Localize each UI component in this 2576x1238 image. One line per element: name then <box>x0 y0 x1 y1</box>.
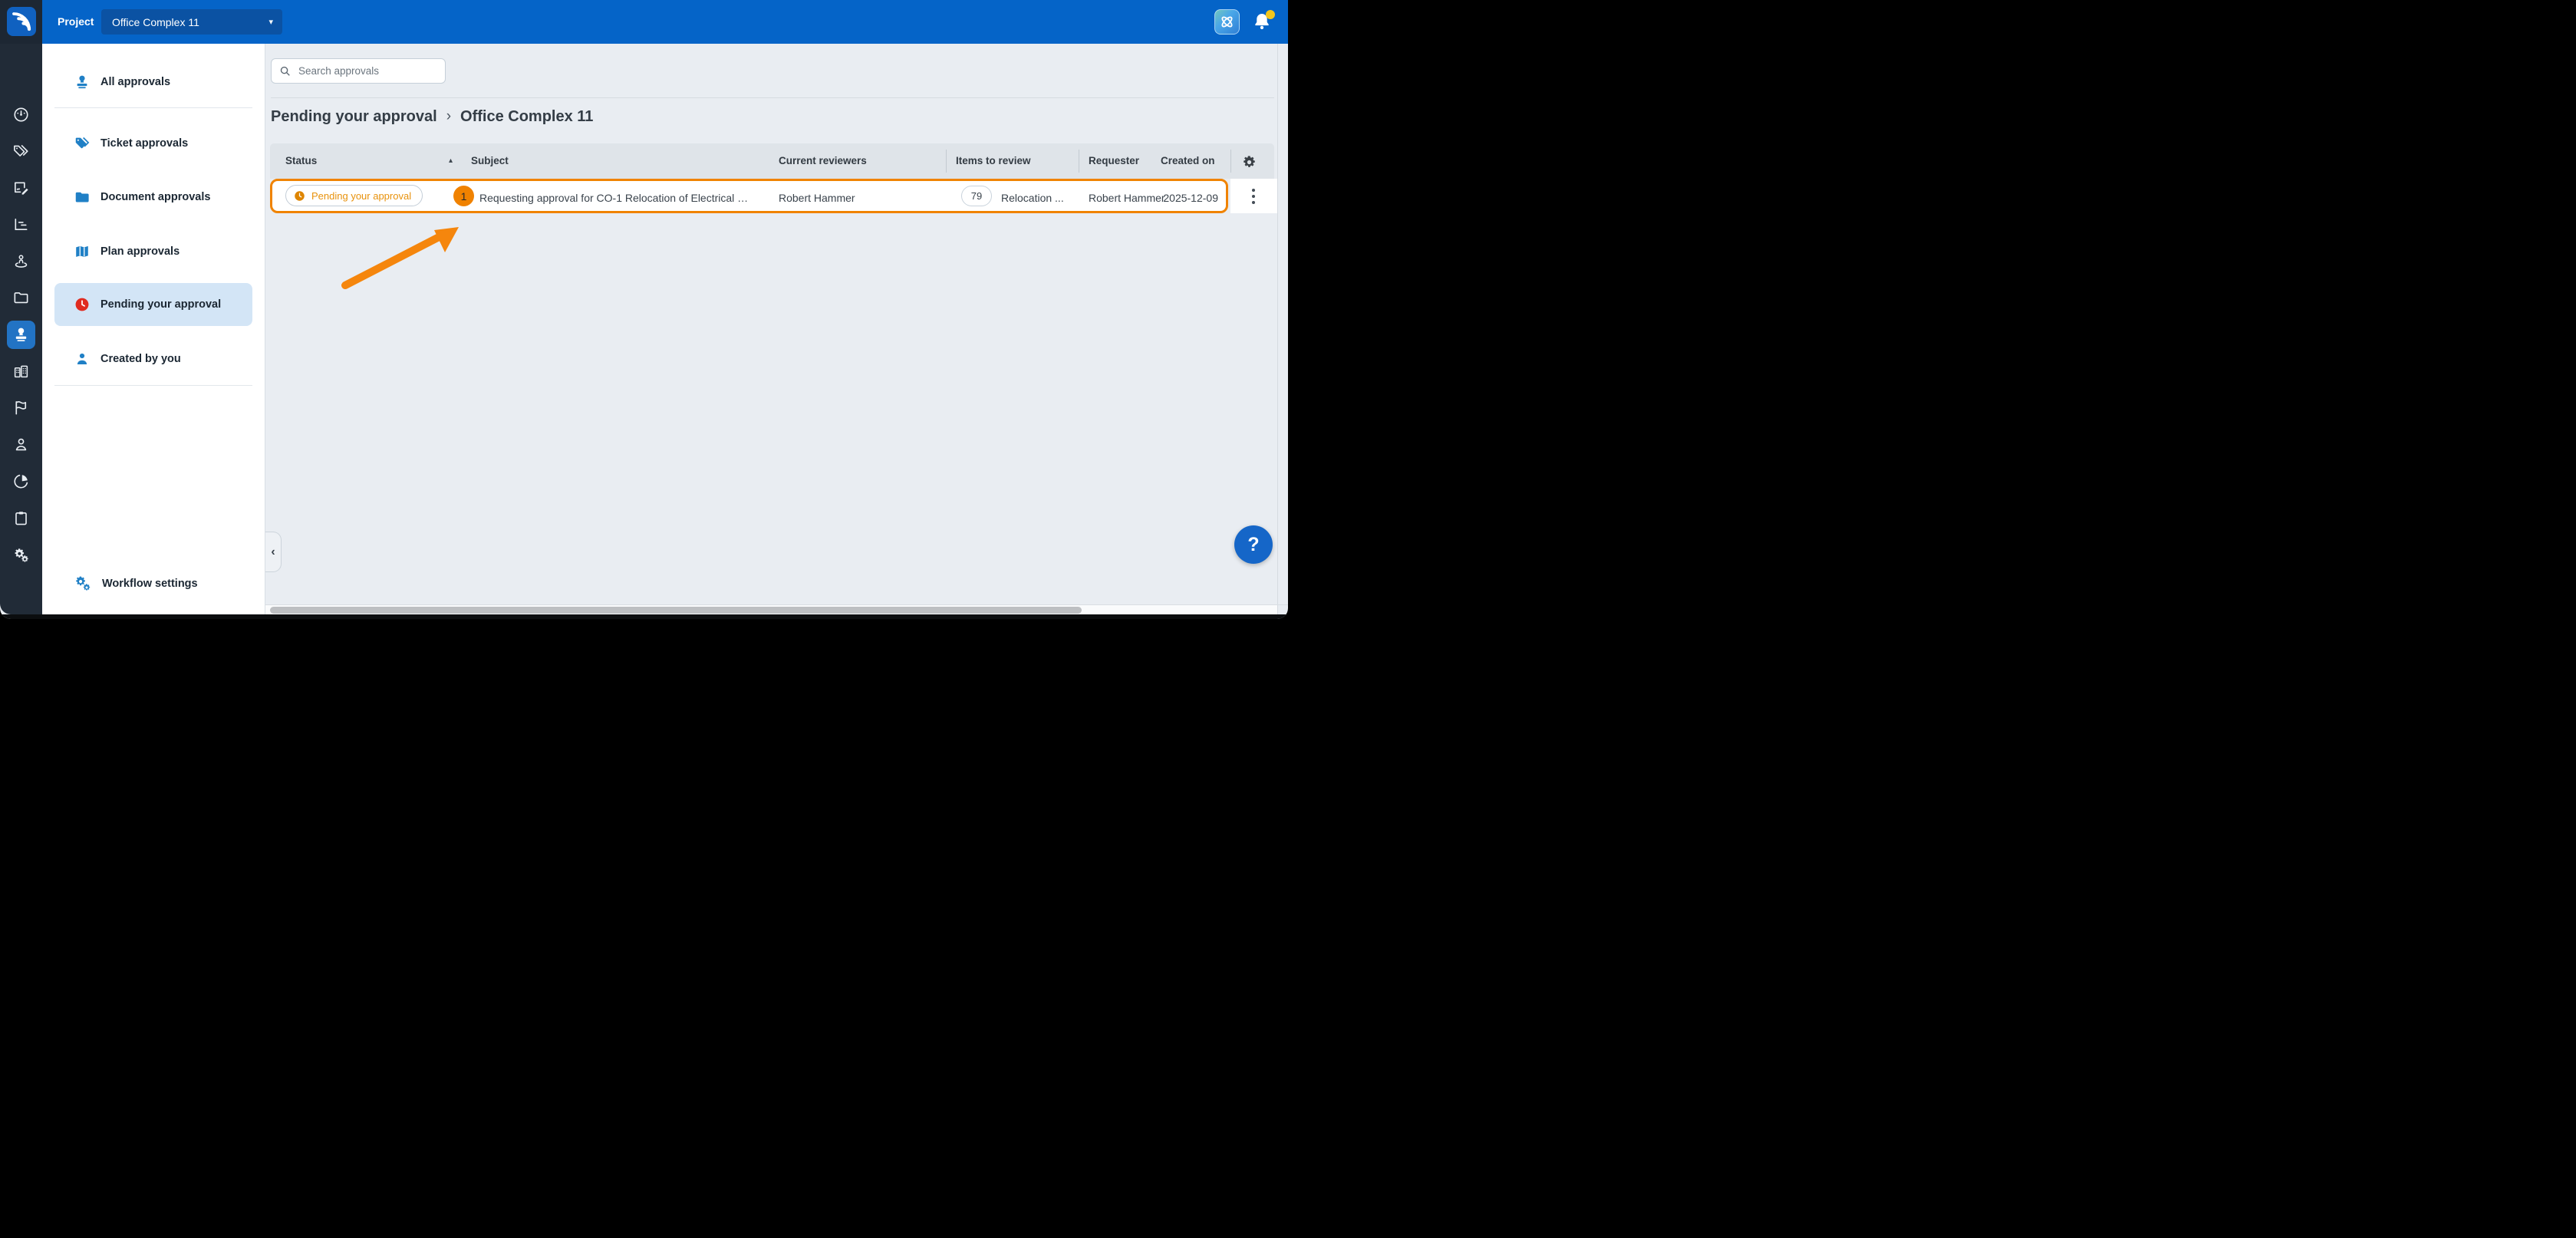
row-menu-kebab-icon[interactable] <box>1247 183 1260 210</box>
workflow-gears-icon <box>74 575 92 593</box>
pending-clock-icon <box>294 190 305 202</box>
row-index-badge: 1 <box>453 186 474 206</box>
dashboard-icon[interactable] <box>12 106 30 123</box>
tags-icon[interactable] <box>12 143 30 160</box>
column-settings-gear-icon[interactable] <box>1238 151 1260 173</box>
logo-block <box>0 0 42 44</box>
status-badge: Pending your approval <box>285 185 423 206</box>
search-box <box>271 58 446 84</box>
pending-clock-icon <box>74 296 91 313</box>
sidebar-item-created-by-you[interactable]: Created by you <box>54 337 252 380</box>
cell-current-reviewers: Robert Hammer <box>779 183 855 213</box>
app-window: Project Office Complex 11 ▾ <box>0 0 1288 619</box>
people-icon[interactable] <box>12 436 30 453</box>
sidebar-item-all-approvals[interactable]: All approvals <box>54 61 252 104</box>
stamp-icon <box>74 74 91 91</box>
status-badge-label: Pending your approval <box>311 190 411 202</box>
collapse-sidebar-button[interactable]: ‹ <box>265 532 282 572</box>
horizontal-scrollbar-thumb[interactable] <box>270 607 1082 614</box>
sort-ascending-icon[interactable]: ▴ <box>449 143 453 179</box>
window-bottom-edge <box>0 614 1288 619</box>
column-header-current-reviewers[interactable]: Current reviewers <box>779 143 867 179</box>
column-header-created-on[interactable]: Created on <box>1161 143 1215 179</box>
items-count-badge: 79 <box>961 186 992 206</box>
sidebar-item-label: Ticket approvals <box>100 137 188 150</box>
column-header-subject[interactable]: Subject <box>471 143 509 179</box>
sidebar-item-label: Document approvals <box>100 191 210 203</box>
chevron-right-icon: › <box>446 108 451 125</box>
sidebar-item-label: Workflow settings <box>102 578 198 590</box>
mustering-icon[interactable] <box>12 252 30 270</box>
sidebar-item-pending-your-approval[interactable]: Pending your approval <box>54 283 252 326</box>
tag-icon <box>74 135 91 152</box>
content-divider <box>271 97 1274 98</box>
sidebar-divider <box>54 107 252 108</box>
ai-assistant-button[interactable] <box>1214 9 1240 35</box>
sidebar-item-label: Created by you <box>100 353 181 365</box>
project-selector[interactable]: Office Complex 11 ▾ <box>101 9 282 35</box>
search-input[interactable] <box>297 64 437 77</box>
folder-icon <box>74 189 91 206</box>
sidebar-item-ticket-approvals[interactable]: Ticket approvals <box>54 122 252 165</box>
sidebar-item-label: Plan approvals <box>100 245 180 258</box>
cell-items-to-review: Relocation ... <box>1001 183 1064 213</box>
approvals-sidebar: All approvals Ticket approvals Document … <box>42 44 265 614</box>
schedule-icon[interactable] <box>12 216 30 233</box>
approval-row[interactable]: Pending your approval 1 Requesting appro… <box>270 179 1228 213</box>
flags-icon[interactable] <box>12 399 30 417</box>
sidebar-item-label: All approvals <box>100 76 170 88</box>
table-header: Status ▴ Subject Current reviewers Items… <box>270 143 1274 179</box>
sidebar-item-plan-approvals[interactable]: Plan approvals <box>54 230 252 273</box>
tasks-icon[interactable] <box>12 509 30 527</box>
project-label: Project <box>58 0 94 44</box>
person-icon <box>74 351 91 367</box>
cell-subject: Requesting approval for CO-1 Relocation … <box>479 183 749 213</box>
buildings-icon[interactable] <box>12 363 30 380</box>
sidebar-item-document-approvals[interactable]: Document approvals <box>54 176 252 219</box>
main-content: Pending your approval › Office Complex 1… <box>265 44 1288 614</box>
column-header-items-to-review[interactable]: Items to review <box>956 143 1031 179</box>
crossed-loops-icon <box>1218 13 1236 31</box>
chevron-left-icon: ‹ <box>271 545 275 559</box>
breadcrumb-section: Pending your approval <box>271 108 437 126</box>
reports-icon[interactable] <box>12 472 30 490</box>
forms-icon[interactable] <box>12 179 30 197</box>
files-icon[interactable] <box>12 289 30 307</box>
notification-badge-dot <box>1266 10 1275 19</box>
cell-requester: Robert Hammer <box>1089 183 1165 213</box>
topbar: Project Office Complex 11 ▾ <box>0 0 1288 44</box>
map-icon <box>74 243 91 260</box>
main-right-border <box>1277 44 1278 614</box>
sidebar-item-label: Pending your approval <box>100 298 221 311</box>
cell-created-on: 2025-12-09 <box>1163 183 1218 213</box>
annotation-arrow <box>330 215 476 299</box>
column-separator <box>1230 150 1231 173</box>
sidebar-divider <box>54 385 252 386</box>
breadcrumb-project: Office Complex 11 <box>460 108 593 126</box>
column-separator <box>946 150 947 173</box>
column-header-requester[interactable]: Requester <box>1089 143 1139 179</box>
breadcrumb: Pending your approval › Office Complex 1… <box>271 105 593 128</box>
fieldwire-logo-icon[interactable] <box>7 7 36 36</box>
module-rail: › <box>0 44 42 614</box>
chevron-down-icon: ▾ <box>268 17 273 27</box>
approvals-icon[interactable] <box>12 326 30 344</box>
settings-gears-icon[interactable] <box>12 546 30 564</box>
project-selector-value: Office Complex 11 <box>112 16 268 28</box>
help-button[interactable]: ? <box>1234 525 1273 564</box>
search-icon <box>279 65 291 77</box>
sidebar-item-workflow-settings[interactable]: Workflow settings <box>54 562 252 605</box>
column-header-status[interactable]: Status <box>285 143 317 179</box>
